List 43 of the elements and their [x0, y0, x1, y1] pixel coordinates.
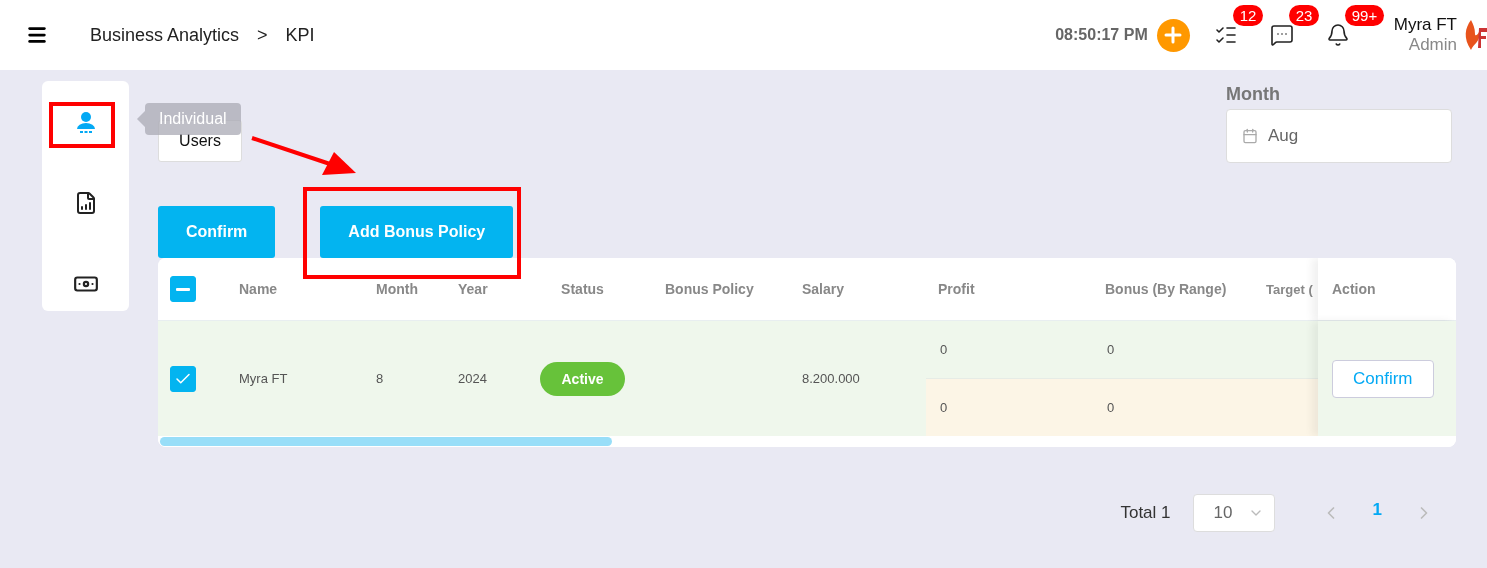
column-header: Name [239, 281, 278, 297]
highlight-frame [49, 102, 115, 148]
column-header: Target ( [1266, 281, 1313, 297]
table-cell: 8.200.000 [802, 371, 860, 386]
count-badge: 23 [1288, 5, 1320, 26]
month-picker[interactable]: Aug [1226, 109, 1452, 163]
table-cell: 8 [376, 371, 384, 386]
column-header: Status [561, 281, 604, 297]
calendar-icon [1242, 128, 1258, 144]
table-cell: 0 [1093, 378, 1258, 436]
table-cell: 2024 [458, 371, 487, 386]
count-badge: 99+ [1344, 5, 1385, 26]
breadcrumb-item[interactable]: Business Analytics [90, 24, 240, 46]
user-icon[interactable] [75, 111, 96, 135]
user-name[interactable]: Myra FT [1393, 15, 1457, 35]
breadcrumb-separator: > [257, 24, 268, 46]
column-header: Year [458, 281, 488, 297]
logo-icon [1463, 18, 1487, 52]
page-size-select[interactable]: 10 [1192, 494, 1275, 532]
bell-icon[interactable] [1325, 23, 1350, 47]
status-badge: Active [540, 361, 625, 396]
column-header: Bonus (By Range) [1105, 281, 1227, 297]
total-count: Total 1 [1120, 503, 1171, 523]
scrollbar-thumb[interactable] [160, 437, 612, 446]
menu-icon[interactable] [26, 24, 48, 46]
count-badge: 12 [1232, 5, 1264, 26]
select-all-checkbox[interactable] [170, 276, 196, 302]
table-cell: Myra FT [239, 371, 288, 386]
column-header: Action [1332, 281, 1376, 297]
column-header: Month [376, 281, 418, 297]
column-header: Profit [938, 281, 975, 297]
dash-icon [176, 287, 190, 291]
column-header: Bonus Policy [665, 281, 754, 297]
breadcrumb-item[interactable]: KPI [285, 24, 315, 46]
table-cell: 0 [926, 378, 1093, 436]
chat-icon[interactable] [1269, 23, 1294, 47]
clock-time: 08:50:17 PM [1055, 26, 1148, 44]
column-header: Salary [802, 281, 845, 297]
tooltip: Individual [137, 103, 241, 135]
add-button[interactable] [1156, 18, 1190, 52]
field-label: Month [1226, 84, 1281, 105]
row-checkbox[interactable] [170, 365, 196, 392]
user-role: Admin [1408, 35, 1457, 55]
